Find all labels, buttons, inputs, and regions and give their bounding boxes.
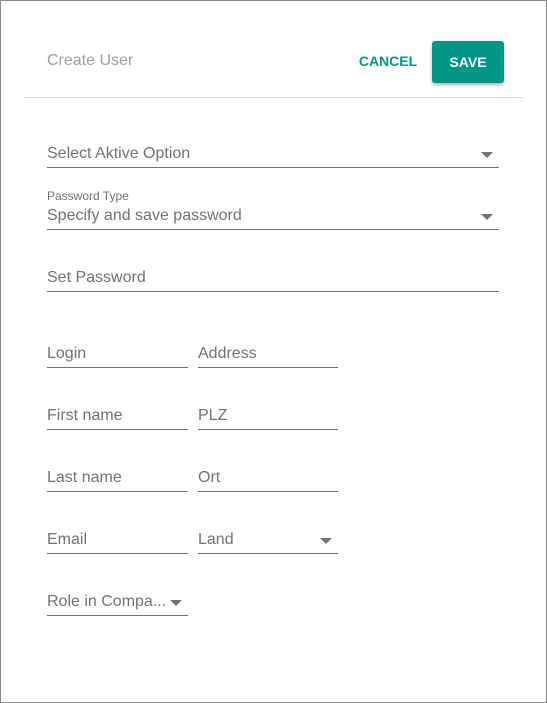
cancel-button[interactable]: CANCEL [351,45,425,77]
dialog-title: Create User [47,52,134,69]
ort-placeholder: Ort [198,469,221,486]
first-name-placeholder: First name [47,407,123,424]
chevron-down-icon [320,538,332,544]
save-button[interactable]: SAVE [432,41,504,83]
chevron-down-icon [481,152,493,158]
land-select[interactable]: Land [198,527,338,554]
plz-placeholder: PLZ [198,407,228,424]
ort-input[interactable]: Ort [198,465,338,492]
last-name-placeholder: Last name [47,469,122,486]
address-input[interactable]: Address [198,341,338,368]
active-option-placeholder: Select Aktive Option [47,145,191,162]
last-name-input[interactable]: Last name [47,465,188,492]
land-placeholder: Land [198,531,234,548]
address-placeholder: Address [198,345,257,362]
set-password-input[interactable]: Set Password [47,265,499,292]
password-type-value: Specify and save password [47,207,242,224]
login-placeholder: Login [47,345,87,362]
login-input[interactable]: Login [47,341,188,368]
role-placeholder: Role in Compa... [47,593,167,610]
first-name-input[interactable]: First name [47,403,188,430]
active-option-select[interactable]: Select Aktive Option [47,141,499,168]
email-placeholder: Email [47,531,88,548]
email-input[interactable]: Email [47,527,188,554]
chevron-down-icon [170,600,182,606]
set-password-placeholder: Set Password [47,269,146,286]
role-select[interactable]: Role in Compa... [47,589,188,616]
plz-input[interactable]: PLZ [198,403,338,430]
password-type-label: Password Type [47,189,129,203]
password-type-select[interactable]: Password Type Specify and save password [47,189,499,230]
chevron-down-icon [481,214,493,220]
header-divider [23,97,524,98]
create-user-dialog: Create User CANCEL SAVE Select Aktive Op… [0,0,547,703]
